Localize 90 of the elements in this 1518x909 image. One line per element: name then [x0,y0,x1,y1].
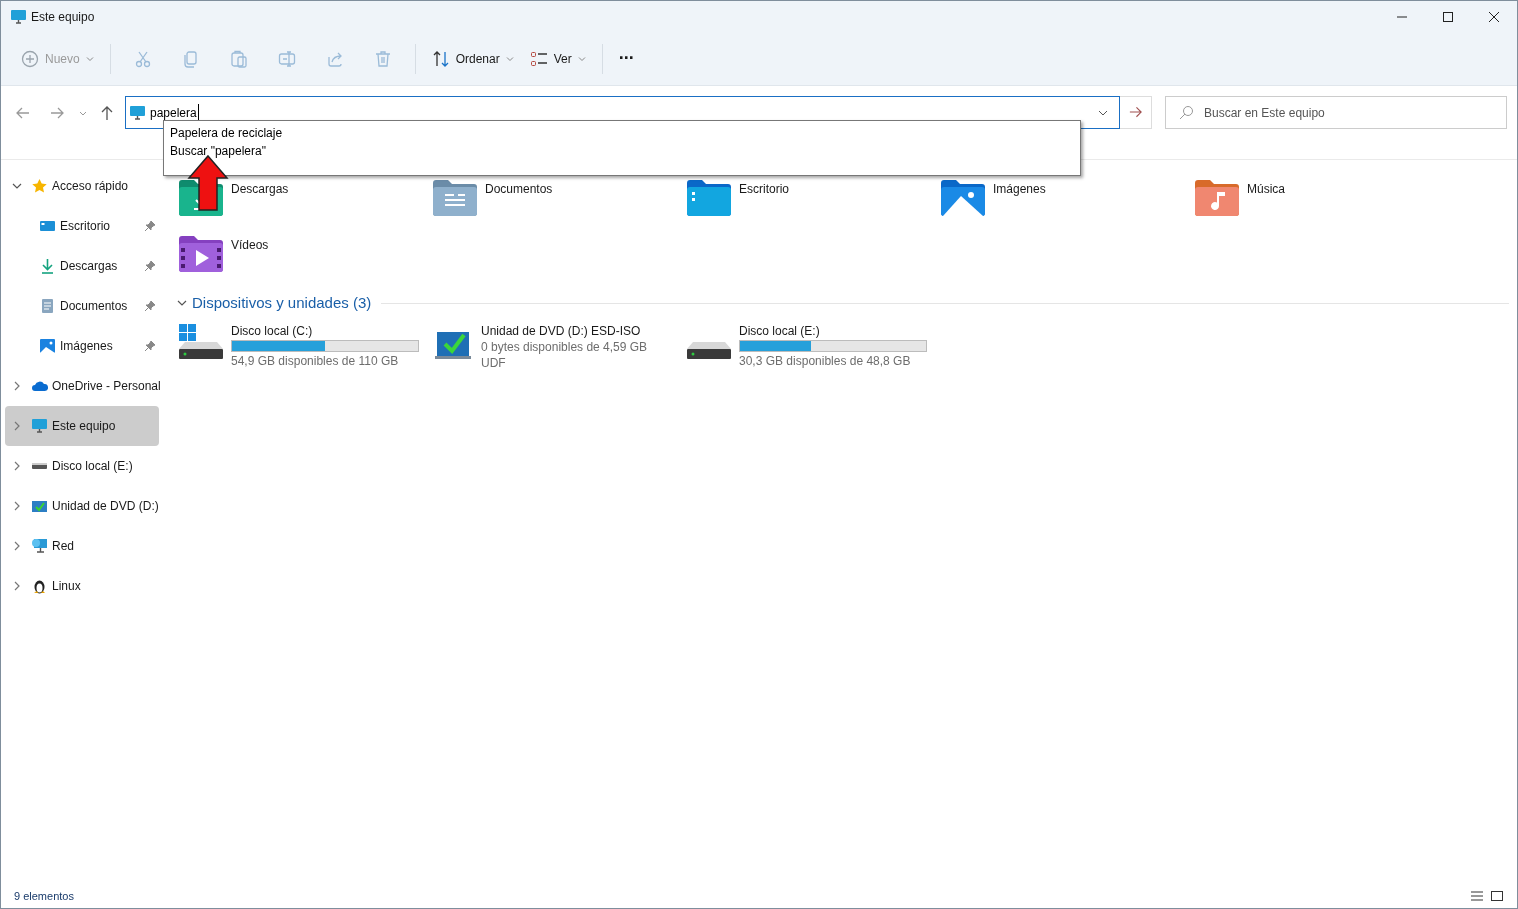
more-button[interactable]: ··· [610,41,642,76]
nav-item[interactable]: Documentos [5,286,159,326]
cut-icon [133,49,152,68]
drive-name: Disco local (C:) [231,323,314,339]
folder-tile[interactable]: Documentos [433,180,687,216]
folder-video-icon [179,236,223,272]
nav-item[interactable]: Unidad de DVD (D:) [5,486,159,526]
rename-icon [277,49,296,68]
star-icon [31,178,48,194]
copy-icon [181,49,200,68]
nav-item[interactable]: Descargas [5,246,159,286]
nav-label: Escritorio [60,218,111,235]
nav-item[interactable]: Linux [5,566,159,606]
network-icon [31,538,48,554]
folder-tile[interactable]: Música [1195,180,1449,216]
drive-name: Disco local (E:) [739,323,821,339]
drive-name: Unidad de DVD (D:) ESD-ISO [481,323,642,339]
download-icon [39,258,56,274]
desktop-icon [39,218,56,234]
folder-name: Escritorio [739,181,789,198]
caret-icon [505,55,514,62]
nav-label: Linux [52,578,82,595]
window-title: Este equipo [31,8,95,26]
caret-icon [577,55,586,62]
nav-label: Acceso rápido [52,178,130,195]
nav-label: Este equipo [52,418,117,435]
trash-icon [373,49,392,68]
monitor-icon [31,418,48,434]
folder-desktop-icon [687,180,731,216]
details-view-icon[interactable] [1470,890,1484,902]
monitor-icon [10,8,27,25]
folder-music-icon [1195,180,1239,216]
system-drive-icon [179,323,223,360]
folder-name: Descargas [231,181,289,198]
nav-item[interactable]: Acceso rápido [5,166,159,206]
drive-detail: 54,9 GB disponibles de 110 GB [231,352,400,369]
nav-item[interactable]: Escritorio [5,206,159,246]
chevron-icon[interactable] [12,581,22,591]
folder-tile[interactable]: Escritorio [687,180,941,216]
chevron-icon[interactable] [12,461,22,471]
nav-label: OneDrive - Personal [52,378,161,395]
chevron-icon[interactable] [12,541,22,551]
folder-tile[interactable]: Imágenes [941,180,1195,216]
folder-tile[interactable]: Vídeos [179,236,433,272]
chevron-icon[interactable] [12,501,22,511]
nav-item[interactable]: OneDrive - Personal [5,366,159,406]
tiles-view-icon[interactable] [1490,890,1504,902]
plus-circle-icon [21,49,39,68]
chevron-icon[interactable] [12,181,22,191]
folder-name: Música [1247,181,1285,198]
nav-item[interactable]: Este equipo [5,406,159,446]
folder-image-icon [941,180,985,216]
folder-document-icon [433,180,477,216]
folder-name: Vídeos [231,237,269,254]
paste-icon [229,49,248,68]
nav-label: Descargas [60,258,119,275]
view-icon [529,49,548,68]
nav-label: Unidad de DVD (D:) [52,498,159,515]
drive-detail: 30,3 GB disponibles de 48,8 GB [739,352,912,369]
image-icon [39,338,56,354]
nav-label: Red [52,538,75,555]
chevron-icon[interactable] [12,381,22,391]
search-icon [1178,104,1194,121]
dvd-drive-icon [31,498,48,514]
document-icon [39,298,56,314]
drive-tile[interactable]: Disco local (E:) 30,3 GB disponibles de 48,8 GB [687,323,941,371]
search-input[interactable]: Buscar en Este equipo [1204,103,1506,122]
toolbar-button[interactable]: Ver [521,41,594,76]
drive-detail: UDF [481,354,507,371]
toolbar-button[interactable]: Ordenar [423,41,522,76]
search-field[interactable]: Buscar en Este equipo [1165,96,1507,129]
drive-tile[interactable]: Disco local (C:) 54,9 GB disponibles de 110 GB [179,323,433,371]
nav-label: Documentos [60,298,129,315]
monitor-icon [129,104,146,121]
drive-detail: 0 bytes disponibles de 4,59 GB [481,338,648,355]
folder-name: Documentos [485,181,553,198]
sort-icon [431,49,450,68]
folder-name: Imágenes [993,181,1046,198]
drive-tile[interactable]: Unidad de DVD (D:) ESD-ISO 0 bytes disponibles de 4,59 GB UDF [433,323,687,371]
nav-label: Disco local (E:) [52,458,134,475]
item-count: 9 elementos [14,888,74,904]
drive-icon [687,341,731,359]
nav-item[interactable]: Disco local (E:) [5,446,159,486]
nav-label: Imágenes [60,338,114,355]
nav-item[interactable]: Red [5,526,159,566]
go-icon[interactable] [1120,96,1152,129]
nav-item[interactable]: Imágenes [5,326,159,366]
caret-icon [85,55,94,62]
section-header[interactable]: Dispositivos y unidades (3) [192,292,372,315]
suggestion-item[interactable]: Buscar "papelera" [164,142,1080,160]
